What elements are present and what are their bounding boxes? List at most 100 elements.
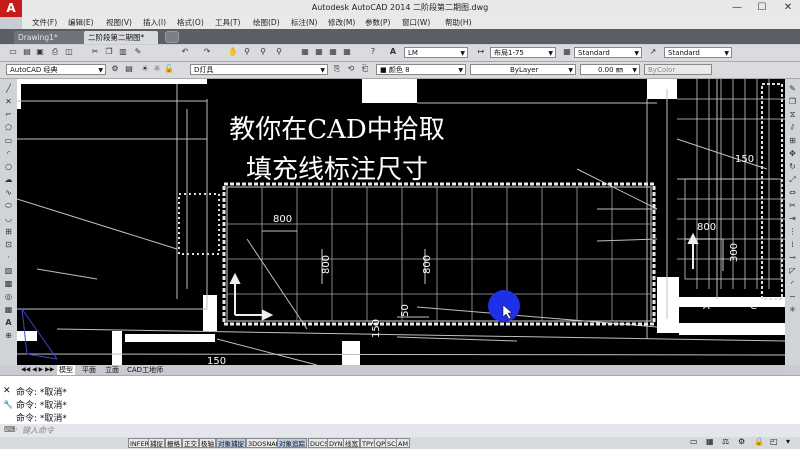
multileader-style-select[interactable]: Standard ▼ xyxy=(664,47,732,58)
spline-icon[interactable]: ∿ xyxy=(3,187,14,198)
array-icon[interactable]: ⊞ xyxy=(787,135,798,146)
quick-view-layouts-icon[interactable]: ▦ xyxy=(706,437,714,446)
status-otrack[interactable]: 对象追踪 xyxy=(277,438,307,448)
erase-icon[interactable]: ✎ xyxy=(787,83,798,94)
open-file-icon[interactable]: ▤ xyxy=(22,47,32,57)
new-file-icon[interactable]: ▭ xyxy=(8,47,18,57)
break-icon[interactable]: ⁞ xyxy=(787,239,798,250)
workspace-settings-icon[interactable]: ⚙ xyxy=(110,64,120,74)
arc-icon[interactable]: ◜ xyxy=(3,148,14,159)
match-properties-icon[interactable]: ✎ xyxy=(133,47,143,57)
status-polar[interactable]: 极轴 xyxy=(199,438,216,448)
linetype-select[interactable]: ByLayer ▼ xyxy=(470,64,576,75)
copy-icon[interactable]: ❐ xyxy=(104,47,114,57)
menu-format[interactable]: 格式(O) xyxy=(177,17,204,28)
text-style-select[interactable]: LM ▼ xyxy=(404,47,468,58)
construction-line-icon[interactable]: ✕ xyxy=(3,96,14,107)
menu-insert[interactable]: 插入(I) xyxy=(143,17,166,28)
layer-previous-icon[interactable]: ⟲ xyxy=(346,64,356,74)
status-ortho[interactable]: 正交 xyxy=(182,438,199,448)
layer-state-icon[interactable]: ⎗ xyxy=(360,64,370,74)
scale-icon[interactable]: ⤢ xyxy=(787,174,798,185)
status-lineweight[interactable]: 线宽 xyxy=(343,438,360,448)
move-icon[interactable]: ✥ xyxy=(787,148,798,159)
save-icon[interactable]: ▣ xyxy=(35,47,45,57)
close-button[interactable]: ✕ xyxy=(781,2,795,14)
table-icon[interactable]: ▦ xyxy=(3,304,14,315)
menu-view[interactable]: 视图(V) xyxy=(106,17,132,28)
help-icon[interactable]: ? xyxy=(368,47,378,57)
minimize-button[interactable]: — xyxy=(730,2,744,14)
zoom-window-icon[interactable]: ⚲ xyxy=(258,47,268,57)
drawing-canvas[interactable]: 教你在CAD中拾取 填充线标注尺寸 800 800 800 50 150 800… xyxy=(17,79,785,365)
point-icon[interactable]: · xyxy=(3,252,14,263)
line-icon[interactable]: ╱ xyxy=(3,83,14,94)
revcloud-icon[interactable]: ☁ xyxy=(3,174,14,185)
status-grid[interactable]: 栅格 xyxy=(165,438,182,448)
polygon-icon[interactable]: ⬠ xyxy=(3,122,14,133)
ellipse-arc-icon[interactable]: ◡ xyxy=(3,213,14,224)
wrench-icon[interactable]: 🔧 xyxy=(3,400,13,409)
zoom-previous-icon[interactable]: ⚲ xyxy=(274,47,284,57)
maximize-button[interactable]: ☐ xyxy=(755,2,769,14)
status-snap[interactable]: 捕捉 xyxy=(148,438,165,448)
pan-icon[interactable]: ✋ xyxy=(228,47,238,57)
rotate-icon[interactable]: ↻ xyxy=(787,161,798,172)
layer-manager-icon[interactable]: ▤ xyxy=(124,64,134,74)
gradient-icon[interactable]: ▩ xyxy=(3,278,14,289)
cut-icon[interactable]: ✂ xyxy=(90,47,100,57)
menu-draw[interactable]: 绘图(D) xyxy=(253,17,280,28)
menu-help[interactable]: 帮助(H) xyxy=(445,17,472,28)
table-style-select[interactable]: Standard ▼ xyxy=(574,47,642,58)
rectangle-icon[interactable]: ▭ xyxy=(3,135,14,146)
blend-icon[interactable]: ∽ xyxy=(787,291,798,302)
status-osnap[interactable]: 对象捕捉 xyxy=(216,438,246,448)
clean-screen-icon[interactable]: ◰ xyxy=(770,437,778,446)
color-select[interactable]: ■ 颜色 8 ▼ xyxy=(376,64,466,75)
menu-dimension[interactable]: 标注(N) xyxy=(291,17,317,28)
tab-cad-engineer[interactable]: CAD工地师 xyxy=(125,365,165,375)
paste-icon[interactable]: ▥ xyxy=(118,47,128,57)
command-input[interactable]: ⌨· 键入命令 xyxy=(0,424,800,437)
break-at-point-icon[interactable]: ⋮ xyxy=(787,226,798,237)
workspace-select[interactable]: AutoCAD 经典 ▼ xyxy=(6,64,106,75)
tab-active-drawing[interactable]: 二阶段第二期图* xyxy=(84,31,158,44)
preview-icon[interactable]: ◫ xyxy=(64,47,74,57)
menu-edit[interactable]: 编辑(E) xyxy=(68,17,94,28)
layer-select[interactable]: D灯具 ▼ xyxy=(190,64,328,75)
tab-elevation[interactable]: 立面 xyxy=(103,365,121,375)
print-icon[interactable]: ⎙ xyxy=(50,47,60,57)
trim-icon[interactable]: ✂ xyxy=(787,200,798,211)
add-selected-icon[interactable]: ⊕ xyxy=(3,330,14,341)
properties-icon[interactable]: ▦ xyxy=(300,47,310,57)
dim-style-select[interactable]: 布局1-75 ▼ xyxy=(490,47,556,58)
model-space-icon[interactable]: ▭ xyxy=(690,437,698,446)
stretch-icon[interactable]: ⇔ xyxy=(787,187,798,198)
annotation-scale-icon[interactable]: ⚖ xyxy=(722,437,729,446)
polyline-icon[interactable]: ⌐ xyxy=(3,109,14,120)
explode-icon[interactable]: ✳ xyxy=(787,304,798,315)
mirror-icon[interactable]: ⧖ xyxy=(787,109,798,120)
tab-drawing1[interactable]: Drawing1* xyxy=(14,31,86,44)
design-center-icon[interactable]: ▦ xyxy=(314,47,324,57)
ellipse-icon[interactable]: ⬭ xyxy=(3,200,14,211)
zoom-realtime-icon[interactable]: ⚲ xyxy=(242,47,252,57)
redo-icon[interactable]: ↷ xyxy=(202,47,212,57)
status-menu-icon[interactable]: ▾ xyxy=(786,437,790,446)
tab-nav-arrows-icon[interactable]: ◀◀ ◀ ▶ ▶▶ xyxy=(19,365,56,375)
menu-tools[interactable]: 工具(T) xyxy=(215,17,240,28)
make-current-icon[interactable]: ⎘ xyxy=(332,64,342,74)
workspace-switch-icon[interactable]: ⚙ xyxy=(738,437,745,446)
copy-object-icon[interactable]: ❐ xyxy=(787,96,798,107)
mtext-icon[interactable]: A xyxy=(3,317,14,328)
chamfer-icon[interactable]: ◸ xyxy=(787,265,798,276)
status-dyn[interactable]: DYN xyxy=(327,438,345,448)
plotstyle-select[interactable]: ByColor xyxy=(644,64,712,75)
tool-palettes-icon[interactable]: ▦ xyxy=(328,47,338,57)
close-command-icon[interactable]: ✕ xyxy=(3,386,11,396)
sun-icon[interactable]: ☼ xyxy=(152,64,162,74)
menu-file[interactable]: 文件(F) xyxy=(32,17,57,28)
extend-icon[interactable]: ⇥ xyxy=(787,213,798,224)
tab-plan[interactable]: 平面 xyxy=(80,365,98,375)
menu-window[interactable]: 窗口(W) xyxy=(402,17,430,28)
